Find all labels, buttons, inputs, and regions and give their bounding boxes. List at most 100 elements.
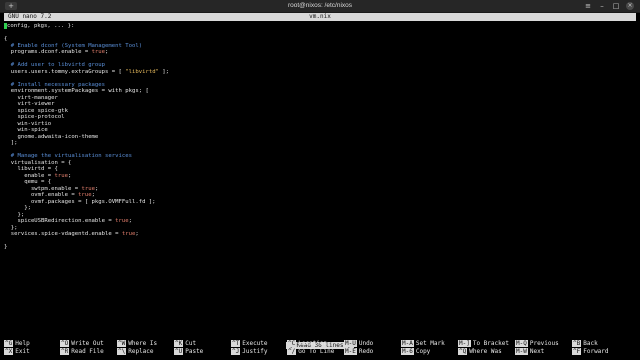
code-token: ; [135,231,139,237]
shortcut-label: Cut [185,340,197,347]
shortcut-key: M-U [344,340,357,347]
shortcut-label: Copy [415,348,431,355]
shortcut-label: Set Mark [415,340,445,347]
shortcut-key: ^W [117,340,127,347]
shortcut-back[interactable]: ^B Back [572,340,598,348]
shortcut-label: Read File [71,348,104,355]
code-token: win-virtio [4,120,52,127]
code-token: win-spice [4,127,48,133]
code-token: ovmf.packages = [ pkgs.OVMFFull.fd ]; [4,198,156,205]
shortcut-replace[interactable]: ^\ Replace [117,348,154,356]
shortcut-set-mark[interactable]: M-A Set Mark [401,340,445,348]
shortcut-forward[interactable]: ^F Forward [572,348,609,356]
shortcut-key: ^O [60,340,70,347]
shortcut-label: Exit [15,348,30,355]
shortcut-key: M-A [401,340,414,347]
shortcut-key: M-] [458,340,471,347]
shortcut-label: To Bracket [472,340,509,347]
code-token: { [4,36,8,42]
nano-header: GNU nano 7.2 vm.nix [4,13,636,21]
shortcut-label: Where Was [469,348,502,355]
shortcut-to-bracket[interactable]: M-] To Bracket [458,340,509,348]
shortcut-key: M-Q [515,340,528,347]
shortcut-copy[interactable]: M-6 Copy [401,348,430,356]
shortcut-label: Paste [185,348,204,355]
shortcut-paste[interactable]: ^U Paste [174,348,203,356]
shortcut-label: Where Is [128,340,158,347]
shortcut-write-out[interactable]: ^O Write Out [60,340,104,348]
shortcut-label: Go To Line [298,348,335,355]
shortcut-row: ^X Exit ^R Read File ^\ Replace ^U Paste ^J Justi… [4,348,636,356]
shortcut-label: Location [298,340,328,347]
shortcut-label: Execute [242,340,268,347]
editor-area[interactable]: config, pkgs, ... }: { # Enable dconf (Sy… [4,23,636,251]
shortcut-redo[interactable]: M-E Redo [344,348,373,356]
shortcut-justify[interactable]: ^J Justify [231,348,268,356]
minimize-icon[interactable]: – [598,2,606,10]
code-token: virt-manager [4,94,58,101]
code-token: enable = [4,172,55,179]
shortcut-execute[interactable]: ^T Execute [231,340,268,348]
shortcut-undo[interactable]: M-U Undo [344,340,373,348]
code-token: ]; [4,140,18,146]
shortcut-previous[interactable]: M-Q Previous [515,340,559,348]
code-token: qemu = { [4,179,52,185]
shortcut-key: ^F [572,348,582,355]
code-token: gnome.adwaita-icon-theme [4,133,99,140]
shortcut-label: Undo [358,340,374,347]
code-token: spice-protocol [4,114,65,120]
code-token: swtpm.enable = [4,185,82,192]
code-token: }; [4,211,25,218]
shortcut-key: ^J [231,348,241,355]
code-token: }; [4,205,31,211]
code-token: ; [94,185,99,192]
window-titlebar: + root@nixos: /etc/nixos ≡ – □ × [0,0,640,13]
shortcut-key: M-W [515,348,528,355]
shortcut-cut[interactable]: ^K Cut [174,340,196,348]
shortcut-label: Forward [583,348,609,355]
shortcut-label: Previous [529,340,559,347]
code-token: true [115,218,129,224]
code-token: ; [91,192,95,198]
shortcut-row: ^G Help ^O Write Out ^W Where Is ^K Cut ^T Execut… [4,340,636,348]
code-token: spice spice-gtk [4,107,68,114]
shortcut-key: M-6 [401,348,414,355]
code-token: # Install necessary packages [4,81,106,88]
shortcut-label: Write Out [71,340,104,347]
shortcut-go-to-line[interactable]: ^/Go To Line [287,348,334,356]
shortcut-label: Back [583,340,598,347]
shortcut-key: ^R [60,348,70,355]
shortcut-exit[interactable]: ^X Exit [4,348,30,356]
shortcut-where-was[interactable]: ^Q Where Was [458,348,502,356]
code-token: }; [4,224,18,231]
shortcut-label: Replace [128,348,154,355]
maximize-icon[interactable]: □ [612,2,620,10]
shortcut-next[interactable]: M-W Next [515,348,544,356]
code-token: virtualisation = { [4,159,72,166]
code-token: libvirtd = { [4,166,58,172]
code-token: true [78,192,92,198]
code-token: true [91,49,106,55]
code-token: ovmf.enable = [4,192,79,198]
shortcut-read-file[interactable]: ^R Read File [60,348,104,356]
shortcut-help[interactable]: ^G Help [4,340,30,348]
shortcut-key: ^C [287,340,297,347]
shortcut-key: ^X [4,348,14,355]
shortcut-key: ^U [174,348,184,355]
code-token: } [4,244,8,250]
code-token: true [81,185,95,192]
code-line: } [4,244,636,251]
shortcut-where-is[interactable]: ^W Where Is [117,340,157,348]
shortcut-label: Justify [242,348,268,355]
code-token: users.users.tommy.extraGroups = [ [4,68,126,75]
close-icon[interactable]: × [626,2,634,10]
shortcut-key: ^Q [458,348,468,355]
shortcut-label: Redo [358,348,374,355]
shortcut-location[interactable]: ^C Location [287,340,327,348]
code-token: # Enable dconf (System Management Tool) [4,42,143,49]
menu-icon[interactable]: ≡ [584,2,592,10]
shortcut-key: M-E [344,348,357,355]
shortcut-key: ^\ [117,348,127,355]
file-name: vm.nix [309,13,331,20]
code-token: programs.dconf.enable = [4,49,92,55]
